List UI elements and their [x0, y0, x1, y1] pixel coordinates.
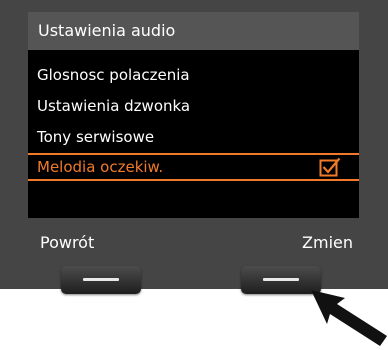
menu-item-label: Melodia oczekiw.	[37, 158, 164, 176]
menu-item-melodia-oczekiw[interactable]: Melodia oczekiw.	[28, 153, 359, 181]
checkbox-checked-icon[interactable]	[319, 157, 341, 177]
pointer-arrow-icon	[311, 290, 387, 346]
phone-display: Ustawienia audio Glosnosc polaczenia Ust…	[28, 12, 359, 266]
menu-item-glosnosc-polaczenia[interactable]: Glosnosc polaczenia	[28, 61, 359, 89]
softkey-bar: Powrót Zmien	[28, 228, 359, 266]
softkey-right-label: Zmien	[302, 233, 353, 252]
menu-item-ustawienia-dzwonka[interactable]: Ustawienia dzwonka	[28, 92, 359, 120]
menu-item-label: Ustawienia dzwonka	[37, 97, 191, 115]
menu-item-tony-serwisowe[interactable]: Tony serwisowe	[28, 123, 359, 151]
page-title: Ustawienia audio	[38, 21, 176, 40]
dash-icon	[263, 278, 299, 281]
menu-item-label: Tony serwisowe	[37, 128, 155, 146]
softkey-left-label: Powrót	[40, 233, 95, 252]
title-bar: Ustawienia audio	[28, 12, 359, 50]
dash-icon	[83, 278, 119, 281]
phone-device: Ustawienia audio Glosnosc polaczenia Ust…	[0, 0, 388, 289]
left-softkey-button[interactable]	[61, 266, 141, 294]
menu-item-label: Glosnosc polaczenia	[37, 66, 190, 84]
